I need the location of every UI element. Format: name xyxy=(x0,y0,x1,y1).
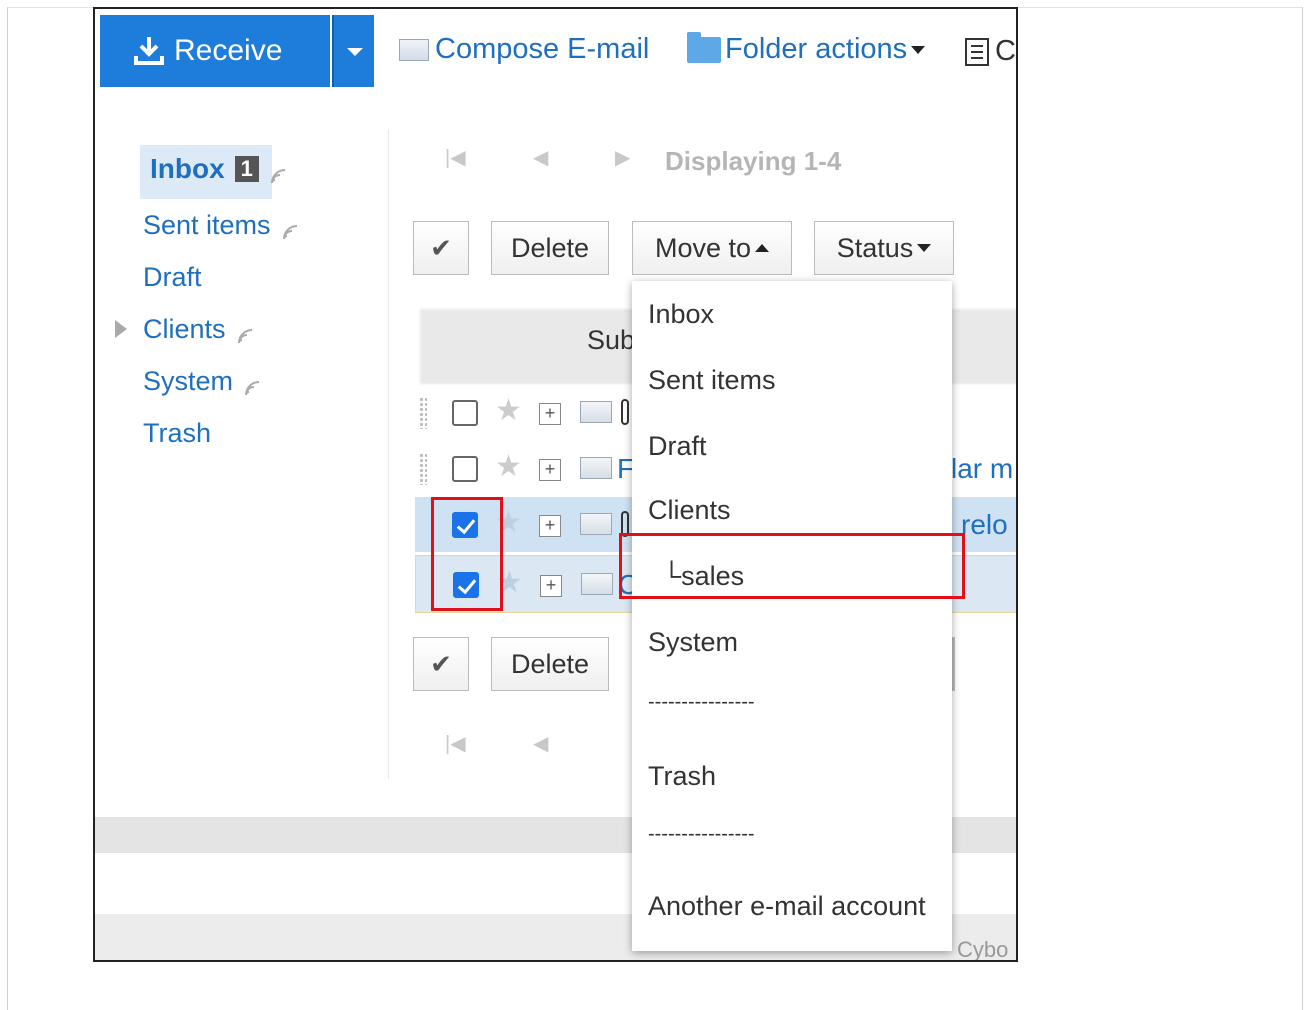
folder-actions-menu[interactable]: Folder actions xyxy=(687,31,926,66)
select-all-button-bottom[interactable]: ✔ xyxy=(413,637,469,691)
sidebar-item-inbox[interactable]: Inbox 1 xyxy=(150,153,287,185)
envelope-icon xyxy=(399,38,429,61)
list-icon xyxy=(965,37,989,66)
select-all-button[interactable]: ✔ xyxy=(413,221,469,275)
move-to-button[interactable]: Move to xyxy=(632,221,792,275)
delete-label: Delete xyxy=(510,232,590,263)
envelope-icon xyxy=(580,457,612,479)
delete-button[interactable]: Delete xyxy=(491,221,609,275)
drag-handle-icon[interactable] xyxy=(419,397,427,429)
sidebar-item-label: Inbox xyxy=(150,153,225,184)
next-page-button[interactable]: ▶ xyxy=(615,145,630,170)
move-to-dropdown-menu: Inbox Sent items Draft Clients └sales Sy… xyxy=(632,281,952,951)
row-checkbox[interactable] xyxy=(452,456,478,482)
sidebar-item-label: Clients xyxy=(143,314,226,344)
receive-button[interactable]: Receive xyxy=(100,15,330,87)
folder-actions-label: Folder actions xyxy=(725,33,908,65)
star-icon[interactable]: ★ xyxy=(495,449,522,484)
expand-plus-icon[interactable]: + xyxy=(539,459,561,481)
menu-item-sent-items[interactable]: Sent items xyxy=(648,365,776,396)
rss-icon xyxy=(269,160,287,184)
receive-dropdown-button[interactable] xyxy=(332,15,374,87)
checkmark-icon: ✔ xyxy=(430,232,452,263)
envelope-icon xyxy=(581,573,613,595)
truncated-toolbar-label: C xyxy=(995,35,1016,67)
menu-item-another-account[interactable]: Another e-mail account xyxy=(648,891,926,922)
expand-plus-icon[interactable]: + xyxy=(540,575,562,597)
row-subject-fragment-right[interactable]: lar m xyxy=(951,453,1013,485)
row-checkbox[interactable] xyxy=(452,400,478,426)
folder-icon xyxy=(687,31,721,63)
unread-count-badge: 1 xyxy=(234,156,259,182)
move-to-label: Move to xyxy=(654,232,752,263)
displaying-range-label: Displaying 1-4 xyxy=(665,146,842,176)
subject-column-header[interactable]: Sub xyxy=(587,325,635,356)
receive-label: Receive xyxy=(174,34,283,67)
chevron-up-icon xyxy=(755,244,770,252)
compose-email-link[interactable]: Compose E-mail xyxy=(399,33,649,66)
status-button[interactable]: Status xyxy=(814,221,954,275)
sidebar-item-system[interactable]: System xyxy=(143,366,261,397)
sidebar-item-label: Trash xyxy=(143,418,212,448)
checkbox-highlight-box xyxy=(431,497,503,611)
list-view-link[interactable]: C xyxy=(965,35,1016,68)
prev-page-button-bottom[interactable]: ◀ xyxy=(533,731,548,756)
expand-arrow-icon[interactable] xyxy=(115,320,127,338)
menu-separator: ---------------- xyxy=(648,823,755,845)
mail-screen: Receive Compose E-mail Folder actions C … xyxy=(93,7,1018,962)
expand-plus-icon[interactable]: + xyxy=(539,403,561,425)
sidebar-divider xyxy=(388,129,389,779)
sidebar-item-clients[interactable]: Clients xyxy=(143,314,254,345)
delete-label: Delete xyxy=(510,648,590,679)
menu-item-inbox[interactable]: Inbox xyxy=(648,299,714,330)
menu-item-clients[interactable]: Clients xyxy=(648,495,731,526)
sidebar-item-label: System xyxy=(143,366,234,396)
sales-highlight-box xyxy=(619,533,965,599)
expand-plus-icon[interactable]: + xyxy=(539,515,561,537)
chevron-down-icon xyxy=(917,244,932,252)
delete-button-bottom[interactable]: Delete xyxy=(491,637,609,691)
menu-separator: ---------------- xyxy=(648,691,755,713)
rss-icon xyxy=(281,217,299,239)
chevron-down-icon xyxy=(911,45,926,54)
sidebar-item-trash[interactable]: Trash xyxy=(143,418,211,449)
drag-handle-icon[interactable] xyxy=(419,453,427,485)
first-page-button[interactable]: |◀ xyxy=(445,145,466,170)
footer-brand-fragment: Cybo xyxy=(957,937,1009,962)
rss-icon xyxy=(236,321,254,343)
rss-icon xyxy=(243,373,261,395)
menu-item-draft[interactable]: Draft xyxy=(648,431,707,462)
prev-page-button[interactable]: ◀ xyxy=(533,145,548,170)
sidebar-item-label: Sent items xyxy=(143,210,271,240)
envelope-icon xyxy=(580,401,612,423)
menu-item-trash[interactable]: Trash xyxy=(648,761,716,792)
row-subject-fragment-right[interactable]: relo xyxy=(961,509,1008,541)
sidebar-item-label: Draft xyxy=(143,262,202,292)
checkmark-icon: ✔ xyxy=(430,648,452,679)
envelope-icon xyxy=(580,513,612,535)
menu-item-system[interactable]: System xyxy=(648,627,738,658)
sidebar-item-draft[interactable]: Draft xyxy=(143,262,202,293)
first-page-button-bottom[interactable]: |◀ xyxy=(445,731,466,756)
compose-email-label: Compose E-mail xyxy=(435,33,650,65)
status-label: Status xyxy=(836,232,914,263)
star-icon[interactable]: ★ xyxy=(495,393,522,428)
attachment-icon xyxy=(621,399,629,425)
download-icon xyxy=(132,34,166,68)
sidebar-item-sent-items[interactable]: Sent items xyxy=(143,210,299,241)
